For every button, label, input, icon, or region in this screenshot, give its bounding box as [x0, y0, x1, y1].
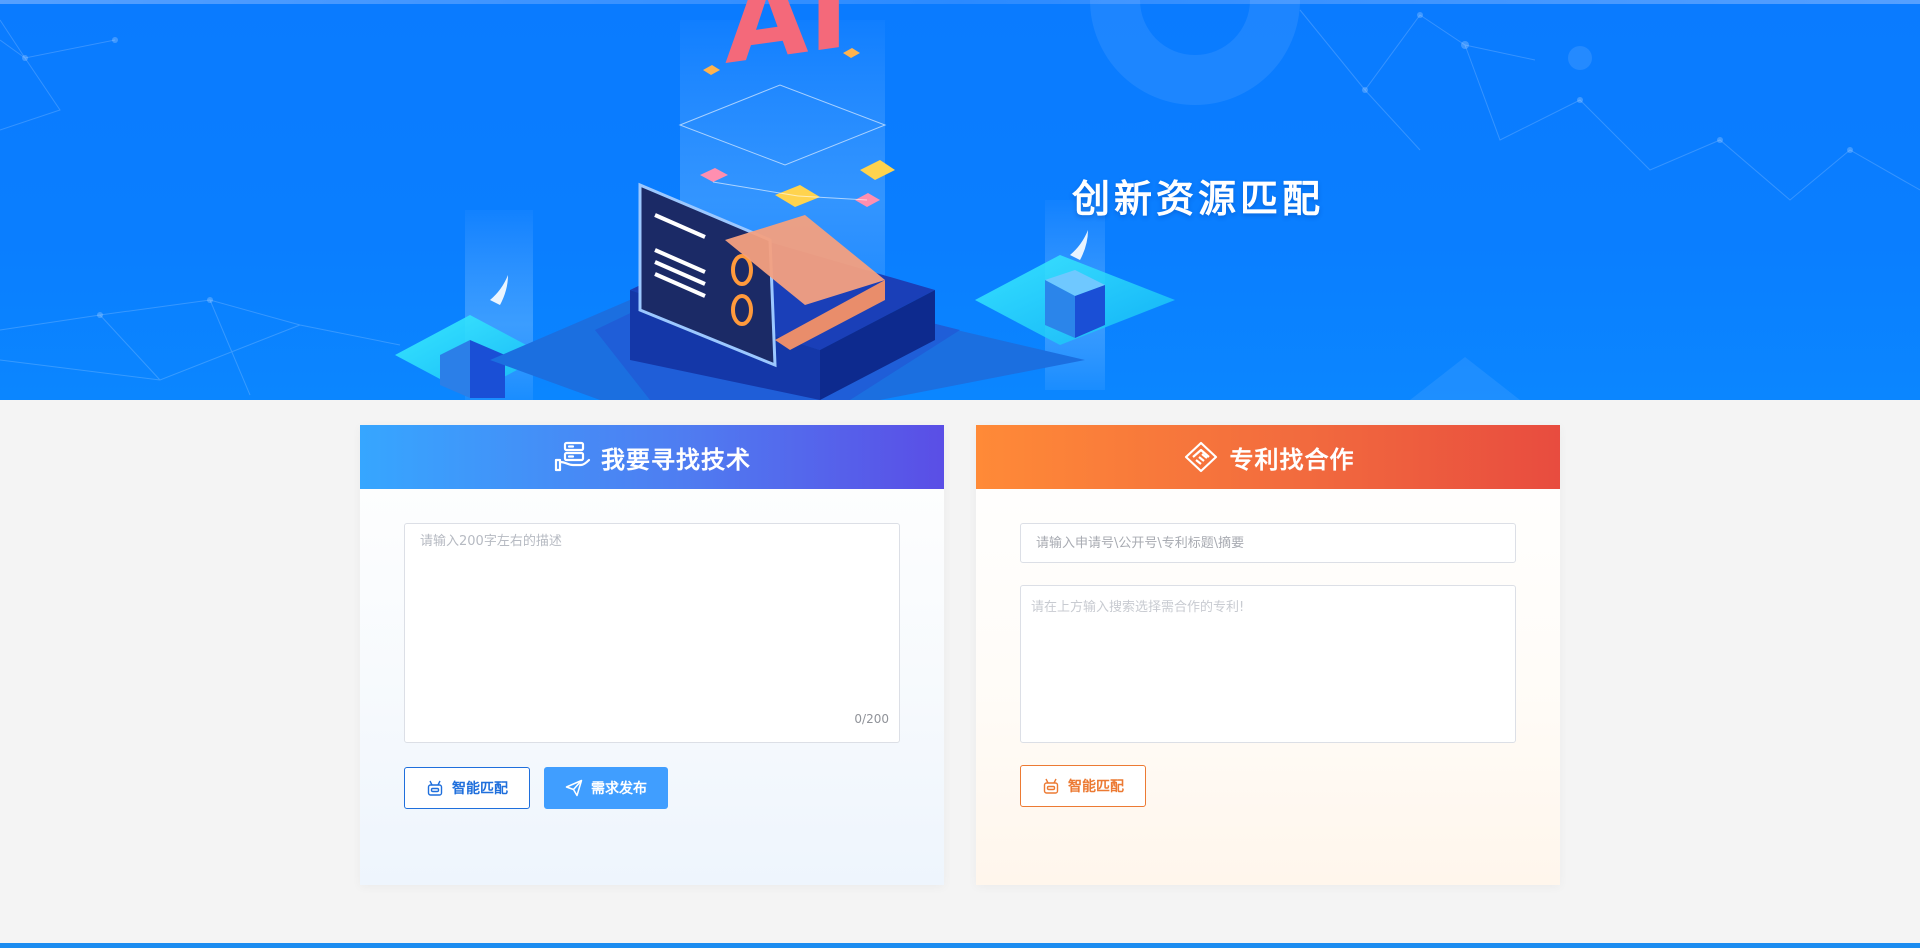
smart-match-button[interactable]: 智能匹配: [404, 767, 530, 809]
patent-search-box: [1020, 523, 1516, 563]
description-textarea-box: 0/200: [404, 523, 900, 743]
find-technology-panel: 我要寻找技术 0/200 智能匹配 需求发布: [360, 425, 944, 885]
patent-result-area: 请在上方输入搜索选择需合作的专利!: [1020, 585, 1516, 743]
robot-icon: [427, 780, 443, 796]
patent-search-input[interactable]: [1021, 524, 1515, 562]
patent-smart-match-button[interactable]: 智能匹配: [1020, 765, 1146, 807]
find-technology-title: 我要寻找技术: [601, 445, 751, 474]
publish-demand-label: 需求发布: [591, 781, 647, 797]
description-textarea[interactable]: [405, 524, 899, 742]
smart-match-label: 智能匹配: [452, 781, 508, 797]
char-counter: 0/200: [854, 712, 889, 726]
publish-demand-button[interactable]: 需求发布: [544, 767, 668, 809]
banner-illustration: AI: [0, 0, 1920, 400]
patent-cooperation-header: 专利找合作: [976, 425, 1560, 489]
bottom-accent-line: [0, 943, 1920, 948]
hero-banner: AI 创新资源匹配: [0, 0, 1920, 400]
paper-plane-icon: [565, 779, 583, 797]
patent-result-hint: 请在上方输入搜索选择需合作的专利!: [1031, 600, 1245, 615]
find-technology-header: 我要寻找技术: [360, 425, 944, 489]
patent-smart-match-label: 智能匹配: [1068, 779, 1124, 795]
patent-cooperation-title: 专利找合作: [1229, 445, 1355, 474]
robot-icon: [1043, 778, 1059, 794]
hand-server-icon: [553, 440, 591, 474]
patent-cooperation-panel: 专利找合作 请在上方输入搜索选择需合作的专利! 智能匹配: [976, 425, 1560, 885]
banner-title: 创新资源匹配: [1072, 177, 1325, 221]
handshake-icon: [1182, 440, 1220, 474]
